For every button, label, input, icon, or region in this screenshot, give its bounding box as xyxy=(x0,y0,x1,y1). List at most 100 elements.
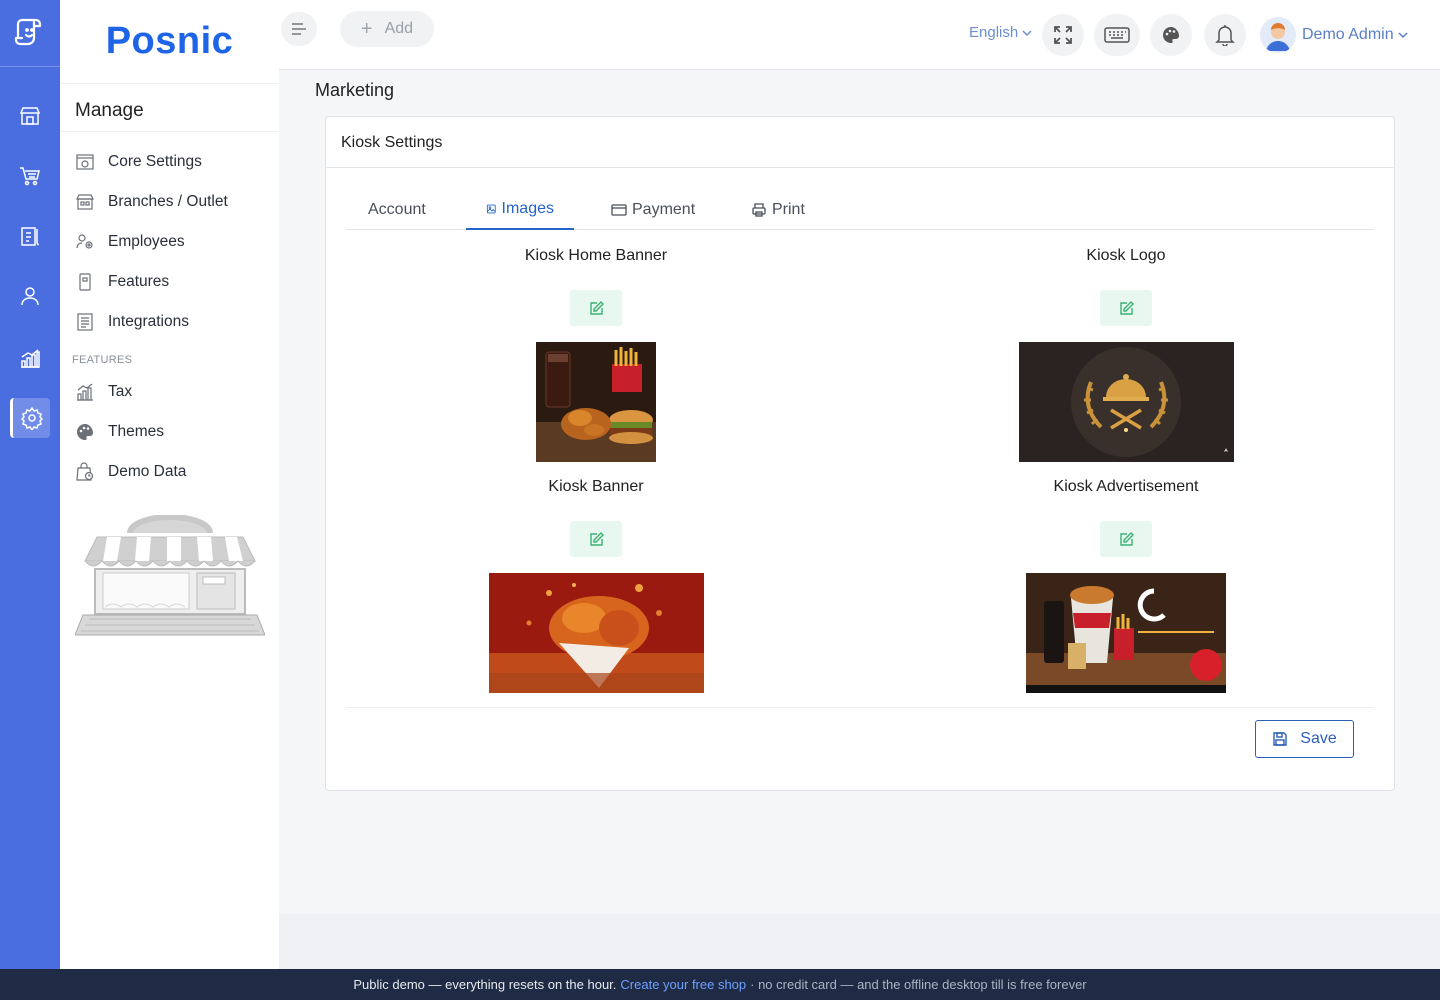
app-logo-icon[interactable] xyxy=(10,12,50,52)
image-icon xyxy=(486,204,496,214)
tab-label: Print xyxy=(772,201,805,218)
kiosk-home-banner-block: Kiosk Home Banner xyxy=(486,247,706,462)
brand-logo[interactable]: Posnic xyxy=(60,0,279,84)
kiosk-settings-card: Kiosk Settings Account Images Payment Pr… xyxy=(325,116,1395,791)
kiosk-banner-block: Kiosk Banner xyxy=(486,478,706,693)
store-illustration xyxy=(74,514,266,643)
settings-tabs: Account Images Payment Print xyxy=(346,190,1374,230)
palette-icon xyxy=(1163,27,1179,43)
add-button-label: Add xyxy=(384,20,414,37)
printer-icon xyxy=(752,203,766,217)
tab-account[interactable]: Account xyxy=(348,190,446,230)
core-settings-icon xyxy=(75,152,95,172)
demo-footer-banner: Public demo — everything resets on the h… xyxy=(0,969,1440,1000)
sidebar-item-label: Tax xyxy=(108,383,133,400)
store-icon[interactable] xyxy=(10,96,50,136)
menu-icon xyxy=(292,23,306,35)
tab-print[interactable]: Print xyxy=(731,190,825,230)
edit-icon xyxy=(589,531,604,546)
fullscreen-icon xyxy=(1054,26,1072,44)
card-title: Kiosk Settings xyxy=(326,117,1394,168)
sidebar-item-label: Core Settings xyxy=(108,153,202,170)
tab-label: Account xyxy=(368,201,426,218)
features-icon xyxy=(75,272,95,292)
sidebar-title: Manage xyxy=(60,84,279,132)
themes-icon xyxy=(75,422,95,442)
chart-icon[interactable] xyxy=(10,338,50,378)
kiosk-logo-image[interactable] xyxy=(1018,342,1234,462)
sidebar-item-integrations[interactable]: Integrations xyxy=(60,302,279,342)
image-label: Kiosk Home Banner xyxy=(524,247,668,264)
fullscreen-button[interactable] xyxy=(1042,14,1084,56)
top-bar: + Add English Demo Admin xyxy=(279,0,1440,70)
kiosk-advertisement-block: Kiosk Advertisement xyxy=(1016,478,1236,693)
branches-icon xyxy=(75,192,95,212)
sidebar-item-features[interactable]: Features xyxy=(60,262,279,302)
integrations-icon xyxy=(75,312,95,332)
sidebar-item-label: Features xyxy=(108,273,170,290)
bell-icon xyxy=(1215,25,1235,46)
menu-toggle-button[interactable] xyxy=(281,12,317,46)
sidebar-item-label: Branches / Outlet xyxy=(108,193,228,210)
icon-rail xyxy=(0,0,60,969)
tab-label: Payment xyxy=(632,201,696,218)
create-shop-link[interactable]: Create your free shop xyxy=(620,977,746,992)
keyboard-icon xyxy=(1104,27,1130,43)
sidebar-item-themes[interactable]: Themes xyxy=(60,412,279,452)
kiosk-banner-image[interactable] xyxy=(488,573,704,693)
tab-label: Images xyxy=(501,200,554,217)
sidebar-item-label: Integrations xyxy=(108,313,189,330)
demo-data-icon xyxy=(75,462,95,482)
edit-kiosk-logo-button[interactable] xyxy=(1100,290,1152,326)
footer-text: Public demo — everything resets on the h… xyxy=(353,977,617,992)
sidebar-item-branches[interactable]: Branches / Outlet xyxy=(60,182,279,222)
features-section-label: FEATURES xyxy=(72,354,133,366)
kiosk-advertisement-image[interactable] xyxy=(1026,573,1226,693)
sidebar-item-label: Demo Data xyxy=(108,463,187,480)
credit-card-icon xyxy=(611,204,627,216)
employees-icon xyxy=(75,232,95,252)
edit-kiosk-advertisement-button[interactable] xyxy=(1100,521,1152,557)
edit-kiosk-banner-button[interactable] xyxy=(570,521,622,557)
sidebar-item-core-settings[interactable]: Core Settings xyxy=(60,142,279,182)
save-button[interactable]: Save xyxy=(1255,720,1354,758)
settings-sidebar: Posnic Manage Core Settings Branches / O… xyxy=(60,0,279,969)
clipboard-icon[interactable] xyxy=(10,216,50,256)
chevron-down-icon xyxy=(1398,32,1408,39)
card-divider xyxy=(346,707,1374,708)
page-title: Marketing xyxy=(315,80,395,100)
user-icon[interactable] xyxy=(10,276,50,316)
sidebar-menu: Core Settings Branches / Outlet Employee… xyxy=(60,132,279,492)
keyboard-button[interactable] xyxy=(1094,14,1140,56)
avatar xyxy=(1260,17,1296,53)
gear-icon[interactable] xyxy=(10,398,50,438)
kiosk-home-banner-image[interactable] xyxy=(536,342,656,462)
tab-payment[interactable]: Payment xyxy=(591,190,715,230)
user-menu[interactable]: Demo Admin xyxy=(1260,17,1409,53)
sidebar-item-tax[interactable]: Tax xyxy=(60,372,279,412)
kiosk-logo-block: Kiosk Logo xyxy=(1016,247,1236,462)
edit-icon xyxy=(589,300,604,315)
notifications-button[interactable] xyxy=(1204,14,1246,56)
footer-note: · no credit card — and the offline deskt… xyxy=(750,977,1087,992)
user-name: Demo Admin xyxy=(1302,26,1394,43)
rail-divider xyxy=(0,66,60,67)
image-label: Kiosk Logo xyxy=(1086,247,1166,264)
theme-button[interactable] xyxy=(1150,14,1192,56)
plus-icon: + xyxy=(360,17,373,40)
image-label: Kiosk Banner xyxy=(548,478,644,495)
cart-icon[interactable] xyxy=(10,156,50,196)
language-select[interactable]: English xyxy=(969,24,1033,41)
tab-images[interactable]: Images xyxy=(466,190,574,230)
add-button[interactable]: + Add xyxy=(340,11,434,47)
sidebar-item-label: Themes xyxy=(108,423,164,440)
language-label: English xyxy=(969,24,1019,41)
sidebar-item-label: Employees xyxy=(108,233,185,250)
edit-icon xyxy=(1119,531,1134,546)
edit-kiosk-home-banner-button[interactable] xyxy=(570,290,622,326)
edit-icon xyxy=(1119,300,1134,315)
sidebar-item-demo-data[interactable]: Demo Data xyxy=(60,452,279,492)
sidebar-item-employees[interactable]: Employees xyxy=(60,222,279,262)
save-button-label: Save xyxy=(1300,730,1337,747)
chevron-down-icon xyxy=(1022,29,1032,36)
